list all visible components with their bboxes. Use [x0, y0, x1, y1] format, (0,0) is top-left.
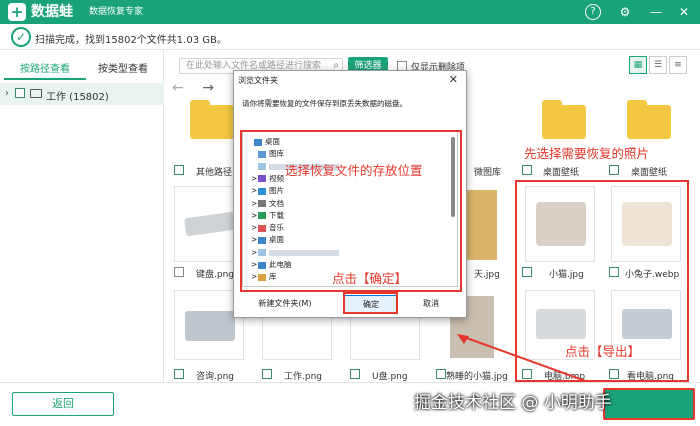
item-checkbox[interactable] [174, 369, 184, 379]
item-checkbox[interactable] [436, 369, 446, 379]
tab-by-path[interactable]: 按路径查看 [4, 60, 86, 80]
folder-icon [190, 100, 234, 139]
export-button[interactable] [603, 388, 695, 420]
sidebar-item-work[interactable]: › 工作 (15802) [0, 83, 164, 105]
grid-view-icon[interactable]: ▦ [629, 56, 647, 74]
drive-icon [30, 89, 42, 98]
item-label: 工作.png [284, 372, 322, 382]
settings-icon[interactable]: ⚙ [616, 3, 634, 21]
cancel-button[interactable]: 取消 [404, 295, 458, 313]
item-checkbox[interactable] [262, 369, 272, 379]
folder-icon [542, 100, 586, 139]
detail-view-icon[interactable]: ≡ [669, 56, 687, 74]
item-checkbox[interactable] [174, 165, 184, 175]
item-label: 桌面壁纸 [631, 168, 668, 178]
keyboard-image [183, 211, 237, 237]
app-brand: 数据蛙 [31, 4, 73, 20]
dialog-title: 浏览文件夹 [238, 76, 278, 85]
item-label: 其他路径 [196, 168, 233, 178]
back-arrow-icon[interactable]: ← [172, 80, 184, 96]
thumbnail-partial[interactable] [467, 190, 497, 260]
item-label: 桌面壁纸 [543, 168, 580, 178]
back-button[interactable]: 返回 [12, 392, 114, 416]
minimize-icon[interactable]: — [647, 3, 665, 21]
app-logo-icon: + [8, 3, 26, 21]
item-checkbox[interactable] [174, 267, 184, 280]
item-label: 键盘.png [196, 270, 234, 280]
item-checkbox[interactable] [522, 165, 532, 175]
scan-status-text: 扫描完成，找到15802个文件共1.03 GB。 [35, 35, 227, 46]
list-view-icon[interactable]: ☰ [649, 56, 667, 74]
dialog-description: 请你将需要恢复的文件保存到原丢失数据的磁盘。 [242, 99, 407, 108]
item-label: 微图库 [474, 168, 502, 178]
scan-status-bar: ✓ 扫描完成，找到15802个文件共1.03 GB。 [0, 24, 700, 50]
consult-image [185, 311, 235, 341]
nav-arrows: ← → [172, 80, 216, 96]
item-label: 咨询.png [196, 372, 234, 382]
new-folder-button[interactable]: 新建文件夹(M) [252, 295, 318, 313]
tree-checkbox[interactable] [15, 88, 25, 98]
check-icon: ✓ [11, 27, 31, 47]
item-checkbox[interactable] [609, 165, 619, 175]
help-icon[interactable]: ? [585, 4, 601, 20]
app-subtitle: 数据恢复专家 [89, 7, 144, 17]
tree-label: 工作 (15802) [46, 92, 109, 103]
tab-by-type[interactable]: 按类型查看 [82, 60, 164, 80]
close-icon[interactable]: ✕ [675, 3, 693, 21]
sidebar: 按路径查看 按类型查看 › 工作 (15802) [0, 50, 164, 382]
item-label: U盘.png [372, 372, 408, 382]
title-bar: + 数据蛙 数据恢复专家 ? ⚙ — ✕ [0, 0, 700, 24]
folder-icon [627, 100, 671, 139]
forward-arrow-icon[interactable]: → [202, 80, 214, 96]
dialog-close-icon[interactable]: ✕ [449, 73, 458, 86]
chevron-right-icon[interactable]: › [5, 88, 9, 99]
annotation-choose-photos: 先选择需要恢复的照片 [524, 146, 650, 161]
annotation-box-ok [343, 292, 398, 314]
watermark: 掘金技术社区 @ 小明助手 [414, 393, 612, 413]
annotation-click-ok: 点击【确定】 [332, 271, 408, 286]
item-label: 天.jpg [474, 270, 500, 280]
annotation-choose-location: 选择恢复文件的存放位置 [285, 163, 423, 178]
item-checkbox[interactable] [350, 369, 360, 379]
